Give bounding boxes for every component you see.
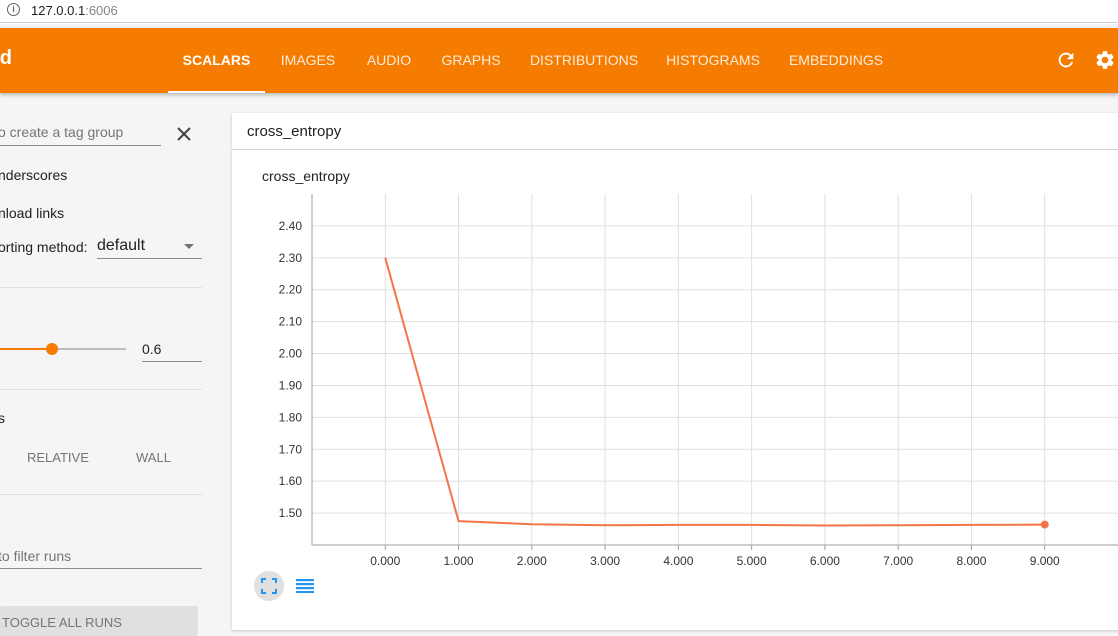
tab-images[interactable]: IMAGES <box>270 28 346 93</box>
horizontal-axis-label: s <box>0 410 5 426</box>
axis-option-relative[interactable]: RELATIVE <box>27 450 89 465</box>
fit-domain-button[interactable] <box>254 571 284 601</box>
log-scale-button[interactable] <box>290 571 320 601</box>
y-tick-label: 2.10 <box>279 315 303 329</box>
x-tick-label: 4.000 <box>663 554 693 568</box>
url-port: :6006 <box>85 3 118 18</box>
filter-runs-input[interactable]: to filter runs <box>0 548 71 564</box>
url-text[interactable]: 127.0.0.1:6006 <box>31 3 118 18</box>
divider <box>0 389 202 390</box>
tab-embeddings[interactable]: EMBEDDINGS <box>780 28 892 93</box>
y-tick-label: 2.20 <box>279 283 303 297</box>
chart-card: cross_entropy 1.50 1.60 1.70 1.80 1.90 2.00 2.… <box>232 150 1118 630</box>
download-links-label[interactable]: nload links <box>0 205 64 221</box>
settings-icon[interactable] <box>1094 49 1116 71</box>
toggle-all-runs-label: TOGGLE ALL RUNS <box>2 615 122 630</box>
x-tick-label: 7.000 <box>883 554 913 568</box>
filter-runs-underline <box>0 568 202 569</box>
tag-group-input[interactable]: o create a tag group <box>0 124 123 140</box>
x-tick-label: 5.000 <box>737 554 767 568</box>
sorting-method-select[interactable]: default <box>97 237 145 255</box>
y-tick-label: 2.30 <box>279 251 303 265</box>
y-tick-label: 1.60 <box>279 474 303 488</box>
info-icon[interactable]: i <box>7 3 20 16</box>
log-scale-icon <box>296 579 314 593</box>
tab-graphs[interactable]: GRAPHS <box>432 28 510 93</box>
axis-option-wall[interactable]: WALL <box>136 450 171 465</box>
x-tick-label: 2.000 <box>517 554 547 568</box>
smoothing-slider-handle[interactable] <box>46 343 58 355</box>
tab-audio[interactable]: AUDIO <box>356 28 422 93</box>
url-host: 127.0.0.1 <box>31 3 86 18</box>
tab-histograms[interactable]: HISTOGRAMS <box>658 28 768 93</box>
toggle-all-runs-button[interactable]: TOGGLE ALL RUNS <box>0 606 198 636</box>
tag-group-title: cross_entropy <box>247 123 342 140</box>
sorting-method-label: orting method: <box>0 239 88 255</box>
smoothing-slider-fill <box>0 348 52 350</box>
smoothing-underline <box>142 361 202 362</box>
x-tick-label: 9.000 <box>1030 554 1060 568</box>
refresh-icon[interactable] <box>1055 49 1077 71</box>
series-line <box>384 257 1045 527</box>
browser-address-bar: i 127.0.0.1:6006 <box>0 0 1118 24</box>
divider <box>0 494 202 495</box>
tab-scalars[interactable]: SCALARS <box>168 28 265 93</box>
tab-distributions[interactable]: DISTRIBUTIONS <box>522 28 646 93</box>
url-box[interactable]: i 127.0.0.1:6006 <box>0 0 1118 23</box>
sorting-underline <box>97 258 202 259</box>
y-tick-label: 2.00 <box>279 347 303 361</box>
x-tick-label: 0.000 <box>370 554 400 568</box>
x-tick-label: 6.000 <box>810 554 840 568</box>
line-chart[interactable]: 1.50 1.60 1.70 1.80 1.90 2.00 2.10 2.20 2.30 2.40… <box>232 150 1118 570</box>
smoothing-value-input[interactable]: 0.6 <box>142 341 161 357</box>
split-underscores-label[interactable]: nderscores <box>0 167 67 183</box>
y-tick-label: 1.70 <box>279 442 303 456</box>
y-tick-label: 1.80 <box>279 410 303 424</box>
top-app-bar: rd SCALARS IMAGES AUDIO GRAPHS DISTRIBUT… <box>0 28 1118 93</box>
tag-group-underline <box>0 145 161 146</box>
chevron-down-icon[interactable] <box>184 244 194 250</box>
divider <box>0 287 202 288</box>
series-end-point <box>1040 520 1049 529</box>
y-tick-label: 1.90 <box>279 378 303 392</box>
x-tick-label: 3.000 <box>590 554 620 568</box>
close-icon[interactable] <box>177 127 191 141</box>
sidebar: o create a tag group nderscores nload li… <box>0 93 220 636</box>
tag-group-header[interactable]: cross_entropy <box>232 113 1118 149</box>
brand-title: rd <box>0 47 12 69</box>
fit-domain-icon <box>261 578 277 594</box>
y-tick-label: 2.40 <box>279 219 303 233</box>
y-tick-label: 1.50 <box>279 506 303 520</box>
x-tick-label: 1.000 <box>444 554 474 568</box>
x-tick-label: 8.000 <box>956 554 986 568</box>
